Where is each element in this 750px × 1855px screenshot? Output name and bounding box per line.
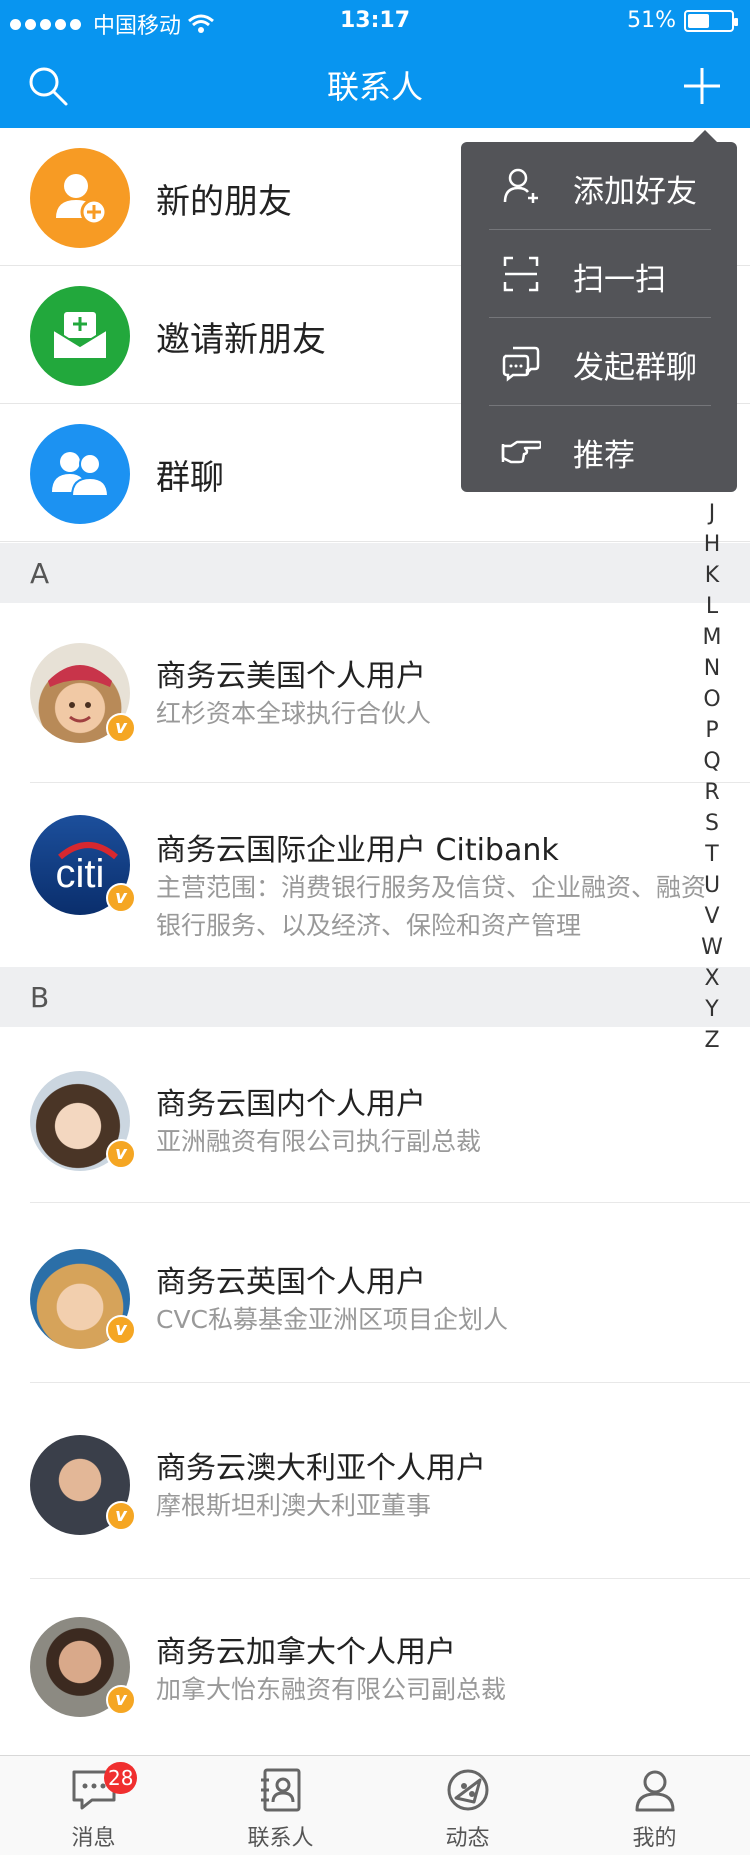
index-letter[interactable]: K <box>698 560 726 591</box>
group-chat-icon <box>502 346 540 382</box>
tab-moments[interactable]: 动态 <box>374 1756 561 1855</box>
recommend-hand-icon <box>501 440 541 464</box>
profile-icon <box>635 1770 675 1812</box>
index-letter[interactable]: H <box>698 529 726 560</box>
menu-item-label: 扫一扫 <box>573 262 666 298</box>
tab-messages[interactable]: 28 消息 <box>0 1756 187 1855</box>
contact-description: CVC私募基金亚洲区项目企划人 <box>156 1305 509 1334</box>
contact-description: 摩根斯坦利澳大利亚董事 <box>156 1491 432 1520</box>
contact-name: 商务云加拿大个人用户 <box>156 1635 456 1670</box>
menu-item-add-friend[interactable]: 添加好友 <box>461 142 737 229</box>
verified-badge: v <box>106 1501 136 1531</box>
verified-badge: v <box>106 883 136 913</box>
contact-name: 商务云国内个人用户 <box>156 1087 426 1122</box>
group-chat-label: 群聊 <box>156 458 224 498</box>
index-letter[interactable]: S <box>698 808 726 839</box>
menu-item-label: 发起群聊 <box>573 350 697 386</box>
invite-envelope-icon <box>30 286 130 386</box>
verified-badge: v <box>106 1685 136 1715</box>
new-friends-icon <box>30 148 130 248</box>
contact-row[interactable]: v 商务云澳大利亚个人用户 摩根斯坦利澳大利亚董事 <box>0 1383 750 1579</box>
index-letter[interactable]: X <box>698 963 726 994</box>
menu-item-scan[interactable]: 扫一扫 <box>461 230 737 317</box>
index-letter[interactable]: M <box>698 622 726 653</box>
tab-profile[interactable]: 我的 <box>561 1756 748 1855</box>
tab-label: 动态 <box>445 1826 490 1851</box>
new-friends-label: 新的朋友 <box>156 182 292 222</box>
index-letter[interactable]: L <box>698 591 726 622</box>
index-letter[interactable]: Y <box>698 994 726 1025</box>
index-letter[interactable]: T <box>698 839 726 870</box>
index-letter[interactable]: O <box>698 684 726 715</box>
tab-label: 消息 <box>71 1826 116 1851</box>
contact-row[interactable]: v 商务云加拿大个人用户 加拿大怡东融资有限公司副总裁 <box>0 1579 750 1755</box>
index-letter[interactable]: N <box>698 653 726 684</box>
add-icon[interactable] <box>680 64 724 108</box>
contacts-icon <box>261 1768 301 1812</box>
tab-label: 联系人 <box>247 1826 314 1851</box>
add-user-icon <box>503 168 538 203</box>
menu-item-group-chat[interactable]: 发起群聊 <box>461 318 737 405</box>
section-header-b: B <box>0 967 750 1027</box>
section-header-a: A <box>0 543 750 603</box>
contact-name: 商务云美国个人用户 <box>156 659 426 694</box>
contact-description: 加拿大怡东融资有限公司副总裁 <box>156 1675 507 1704</box>
contact-name: 商务云英国个人用户 <box>156 1265 426 1300</box>
status-bar: 中国移动 13:17 51% <box>0 0 750 42</box>
index-letter[interactable]: Q <box>698 746 726 777</box>
verified-badge: v <box>106 1139 136 1169</box>
contact-description: 亚洲融资有限公司执行副总裁 <box>156 1127 482 1156</box>
index-letter[interactable]: R <box>698 777 726 808</box>
index-letter[interactable]: W <box>698 932 726 963</box>
contact-row[interactable]: citi v 商务云国际企业用户 Citibank 主营范围：消费银行服务及信贷… <box>0 783 750 967</box>
bottom-tab-bar: 28 消息 联系人 动态 我的 <box>0 1755 750 1855</box>
index-letter[interactable]: U <box>698 870 726 901</box>
verified-badge: v <box>106 713 136 743</box>
contact-description: 主营范围：消费银行服务及信贷、企业融资、融资银行服务、以及经济、保险和资产管理 <box>156 873 707 940</box>
group-icon <box>30 424 130 524</box>
contact-name: 商务云国际企业用户 Citibank <box>156 833 559 868</box>
menu-item-label: 推荐 <box>573 438 635 474</box>
citibank-logo-text: citi <box>56 852 105 896</box>
scan-icon <box>503 256 539 292</box>
tab-label: 我的 <box>632 1826 677 1851</box>
add-popup-menu: 添加好友 扫一扫 发起群聊 推荐 <box>461 130 737 493</box>
unread-badge: 28 <box>104 1762 138 1794</box>
contact-description: 红杉资本全球执行合伙人 <box>156 699 432 728</box>
contact-name: 商务云澳大利亚个人用户 <box>156 1451 486 1486</box>
tab-contacts[interactable]: 联系人 <box>187 1756 374 1855</box>
contact-row[interactable]: v 商务云国内个人用户 亚洲融资有限公司执行副总裁 <box>0 1027 750 1203</box>
index-letter[interactable]: Z <box>698 1025 726 1056</box>
battery-icon <box>684 9 738 32</box>
contact-row[interactable]: v 商务云美国个人用户 红杉资本全球执行合伙人 <box>0 603 750 783</box>
battery-percent: 51% <box>627 8 676 33</box>
index-letter[interactable]: P <box>698 715 726 746</box>
verified-badge: v <box>106 1315 136 1345</box>
invite-friends-label: 邀请新朋友 <box>156 320 326 360</box>
menu-item-recommend[interactable]: 推荐 <box>461 406 737 493</box>
page-title: 联系人 <box>326 68 423 106</box>
contact-row[interactable]: v 商务云英国个人用户 CVC私募基金亚洲区项目企划人 <box>0 1203 750 1383</box>
index-letter[interactable]: J <box>698 498 726 529</box>
index-letter[interactable]: V <box>698 901 726 932</box>
menu-item-label: 添加好友 <box>573 174 697 210</box>
moments-icon <box>447 1769 489 1811</box>
top-bar: 中国移动 13:17 51% 联系人 <box>0 0 750 128</box>
